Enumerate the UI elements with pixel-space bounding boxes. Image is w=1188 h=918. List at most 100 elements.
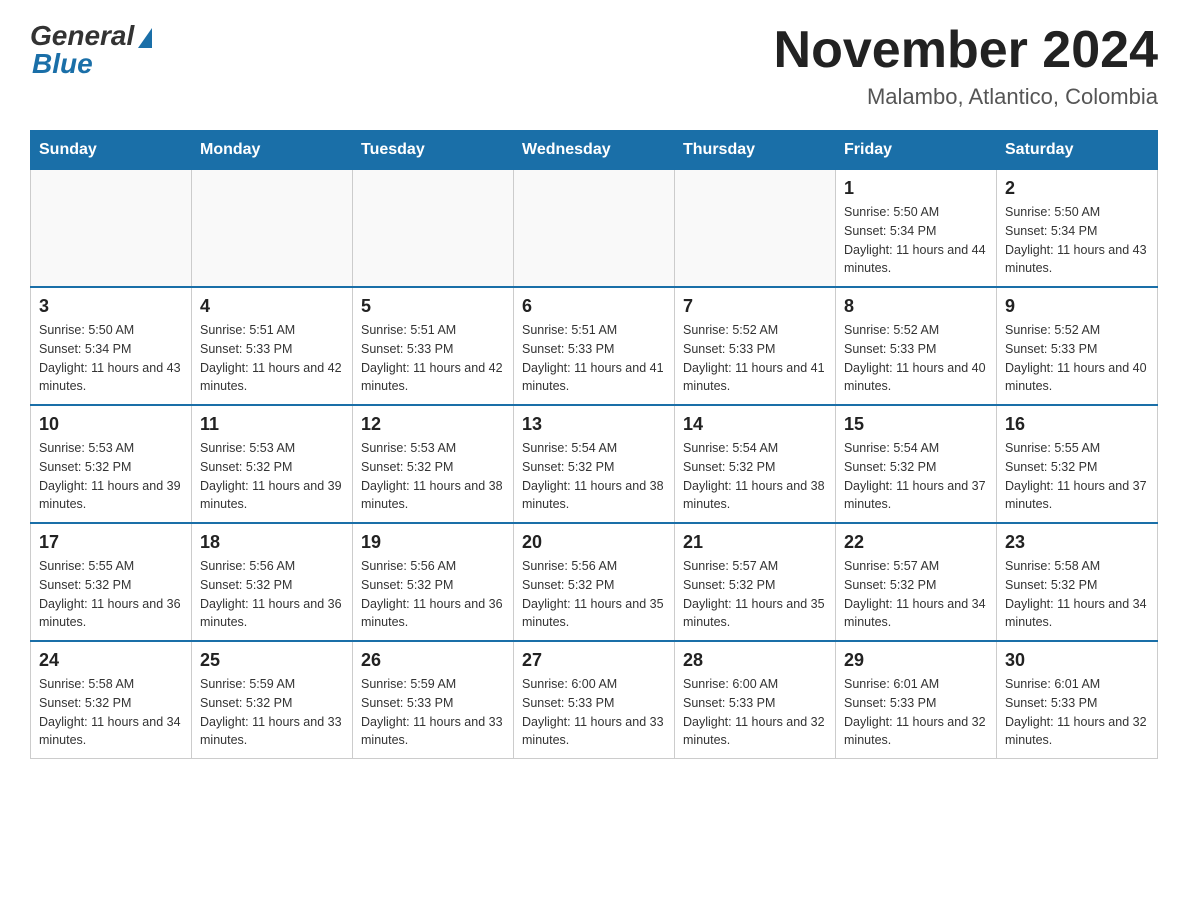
day-header-wednesday: Wednesday xyxy=(514,131,675,170)
calendar-cell: 24Sunrise: 5:58 AMSunset: 5:32 PMDayligh… xyxy=(31,641,192,759)
calendar-cell: 25Sunrise: 5:59 AMSunset: 5:32 PMDayligh… xyxy=(192,641,353,759)
day-info: Sunrise: 5:54 AMSunset: 5:32 PMDaylight:… xyxy=(683,439,827,514)
day-number: 16 xyxy=(1005,414,1149,435)
day-number: 29 xyxy=(844,650,988,671)
week-row-2: 3 Sunrise: 5:50 AMSunset: 5:34 PMDaylight… xyxy=(31,287,1158,405)
day-info: Sunrise: 5:51 AMSunset: 5:33 PMDaylight:… xyxy=(361,321,505,396)
week-row-5: 24Sunrise: 5:58 AMSunset: 5:32 PMDayligh… xyxy=(31,641,1158,759)
calendar-cell: 13 Sunrise: 5:54 AMSunset: 5:32 PMDayligh… xyxy=(514,405,675,523)
day-number: 25 xyxy=(200,650,344,671)
day-number: 22 xyxy=(844,532,988,553)
calendar-cell: 21 Sunrise: 5:57 AMSunset: 5:32 PMDayligh… xyxy=(675,523,836,641)
day-header-friday: Friday xyxy=(836,131,997,170)
calendar-cell: 19 Sunrise: 5:56 AMSunset: 5:32 PMDayligh… xyxy=(353,523,514,641)
calendar-cell: 17Sunrise: 5:55 AMSunset: 5:32 PMDayligh… xyxy=(31,523,192,641)
logo-blue-text: Blue xyxy=(32,48,93,80)
day-number: 17 xyxy=(39,532,183,553)
calendar-cell: 18Sunrise: 5:56 AMSunset: 5:32 PMDayligh… xyxy=(192,523,353,641)
calendar-cell: 2 Sunrise: 5:50 AMSunset: 5:34 PMDaylight… xyxy=(997,170,1158,288)
day-header-thursday: Thursday xyxy=(675,131,836,170)
day-number: 6 xyxy=(522,296,666,317)
day-number: 12 xyxy=(361,414,505,435)
day-number: 19 xyxy=(361,532,505,553)
day-number: 13 xyxy=(522,414,666,435)
day-header-saturday: Saturday xyxy=(997,131,1158,170)
logo: General Blue xyxy=(30,20,152,80)
day-info: Sunrise: 5:54 AMSunset: 5:32 PMDaylight:… xyxy=(844,439,988,514)
day-number: 28 xyxy=(683,650,827,671)
day-header-tuesday: Tuesday xyxy=(353,131,514,170)
calendar-cell: 27 Sunrise: 6:00 AMSunset: 5:33 PMDayligh… xyxy=(514,641,675,759)
calendar-cell: 12 Sunrise: 5:53 AMSunset: 5:32 PMDayligh… xyxy=(353,405,514,523)
logo-triangle-icon xyxy=(138,28,152,48)
day-info: Sunrise: 6:01 AMSunset: 5:33 PMDaylight:… xyxy=(844,675,988,750)
calendar-cell xyxy=(353,170,514,288)
day-info: Sunrise: 5:53 AMSunset: 5:32 PMDaylight:… xyxy=(361,439,505,514)
week-row-1: 1Sunrise: 5:50 AMSunset: 5:34 PMDaylight… xyxy=(31,170,1158,288)
day-number: 10 xyxy=(39,414,183,435)
day-number: 30 xyxy=(1005,650,1149,671)
calendar-cell xyxy=(31,170,192,288)
day-info: Sunrise: 5:58 AMSunset: 5:32 PMDaylight:… xyxy=(1005,557,1149,632)
day-number: 21 xyxy=(683,532,827,553)
calendar-cell: 14 Sunrise: 5:54 AMSunset: 5:32 PMDayligh… xyxy=(675,405,836,523)
day-info: Sunrise: 5:56 AMSunset: 5:32 PMDaylight:… xyxy=(200,557,344,632)
week-row-3: 10 Sunrise: 5:53 AMSunset: 5:32 PMDayligh… xyxy=(31,405,1158,523)
calendar-cell: 6 Sunrise: 5:51 AMSunset: 5:33 PMDaylight… xyxy=(514,287,675,405)
calendar-cell: 20 Sunrise: 5:56 AMSunset: 5:32 PMDayligh… xyxy=(514,523,675,641)
calendar-cell: 23Sunrise: 5:58 AMSunset: 5:32 PMDayligh… xyxy=(997,523,1158,641)
day-number: 3 xyxy=(39,296,183,317)
day-info: Sunrise: 5:56 AMSunset: 5:32 PMDaylight:… xyxy=(522,557,666,632)
calendar-cell: 26 Sunrise: 5:59 AMSunset: 5:33 PMDayligh… xyxy=(353,641,514,759)
day-number: 14 xyxy=(683,414,827,435)
calendar-cell xyxy=(675,170,836,288)
title-block: November 2024 Malambo, Atlantico, Colomb… xyxy=(774,20,1158,110)
calendar-cell: 15 Sunrise: 5:54 AMSunset: 5:32 PMDayligh… xyxy=(836,405,997,523)
calendar-cell: 10 Sunrise: 5:53 AMSunset: 5:32 PMDayligh… xyxy=(31,405,192,523)
day-info: Sunrise: 6:00 AMSunset: 5:33 PMDaylight:… xyxy=(522,675,666,750)
calendar-cell: 5 Sunrise: 5:51 AMSunset: 5:33 PMDaylight… xyxy=(353,287,514,405)
day-info: Sunrise: 6:01 AMSunset: 5:33 PMDaylight:… xyxy=(1005,675,1149,750)
day-info: Sunrise: 5:57 AMSunset: 5:32 PMDaylight:… xyxy=(844,557,988,632)
calendar-cell: 28Sunrise: 6:00 AMSunset: 5:33 PMDayligh… xyxy=(675,641,836,759)
day-info: Sunrise: 5:54 AMSunset: 5:32 PMDaylight:… xyxy=(522,439,666,514)
calendar-table: SundayMondayTuesdayWednesdayThursdayFrid… xyxy=(30,130,1158,759)
day-info: Sunrise: 5:50 AMSunset: 5:34 PMDaylight:… xyxy=(39,321,183,396)
day-number: 26 xyxy=(361,650,505,671)
calendar-cell: 1Sunrise: 5:50 AMSunset: 5:34 PMDaylight… xyxy=(836,170,997,288)
calendar-cell: 8 Sunrise: 5:52 AMSunset: 5:33 PMDaylight… xyxy=(836,287,997,405)
day-info: Sunrise: 5:51 AMSunset: 5:33 PMDaylight:… xyxy=(522,321,666,396)
day-number: 7 xyxy=(683,296,827,317)
day-info: Sunrise: 5:56 AMSunset: 5:32 PMDaylight:… xyxy=(361,557,505,632)
day-info: Sunrise: 5:52 AMSunset: 5:33 PMDaylight:… xyxy=(1005,321,1149,396)
day-info: Sunrise: 5:53 AMSunset: 5:32 PMDaylight:… xyxy=(39,439,183,514)
calendar-cell: 11 Sunrise: 5:53 AMSunset: 5:32 PMDayligh… xyxy=(192,405,353,523)
day-number: 15 xyxy=(844,414,988,435)
day-number: 8 xyxy=(844,296,988,317)
day-info: Sunrise: 5:59 AMSunset: 5:33 PMDaylight:… xyxy=(361,675,505,750)
day-info: Sunrise: 5:52 AMSunset: 5:33 PMDaylight:… xyxy=(844,321,988,396)
calendar-cell xyxy=(514,170,675,288)
day-number: 9 xyxy=(1005,296,1149,317)
calendar-cell: 22 Sunrise: 5:57 AMSunset: 5:32 PMDayligh… xyxy=(836,523,997,641)
calendar-cell: 29 Sunrise: 6:01 AMSunset: 5:33 PMDayligh… xyxy=(836,641,997,759)
day-number: 5 xyxy=(361,296,505,317)
day-number: 11 xyxy=(200,414,344,435)
day-info: Sunrise: 5:53 AMSunset: 5:32 PMDaylight:… xyxy=(200,439,344,514)
calendar-cell: 4Sunrise: 5:51 AMSunset: 5:33 PMDaylight… xyxy=(192,287,353,405)
day-info: Sunrise: 5:50 AMSunset: 5:34 PMDaylight:… xyxy=(1005,203,1149,278)
calendar-cell xyxy=(192,170,353,288)
day-number: 2 xyxy=(1005,178,1149,199)
calendar-cell: 3 Sunrise: 5:50 AMSunset: 5:34 PMDaylight… xyxy=(31,287,192,405)
header-row: SundayMondayTuesdayWednesdayThursdayFrid… xyxy=(31,131,1158,170)
location-title: Malambo, Atlantico, Colombia xyxy=(774,84,1158,110)
calendar-cell: 30 Sunrise: 6:01 AMSunset: 5:33 PMDayligh… xyxy=(997,641,1158,759)
calendar-cell: 16Sunrise: 5:55 AMSunset: 5:32 PMDayligh… xyxy=(997,405,1158,523)
week-row-4: 17Sunrise: 5:55 AMSunset: 5:32 PMDayligh… xyxy=(31,523,1158,641)
day-header-sunday: Sunday xyxy=(31,131,192,170)
day-number: 4 xyxy=(200,296,344,317)
day-info: Sunrise: 5:52 AMSunset: 5:33 PMDaylight:… xyxy=(683,321,827,396)
day-number: 27 xyxy=(522,650,666,671)
day-info: Sunrise: 5:57 AMSunset: 5:32 PMDaylight:… xyxy=(683,557,827,632)
day-number: 20 xyxy=(522,532,666,553)
